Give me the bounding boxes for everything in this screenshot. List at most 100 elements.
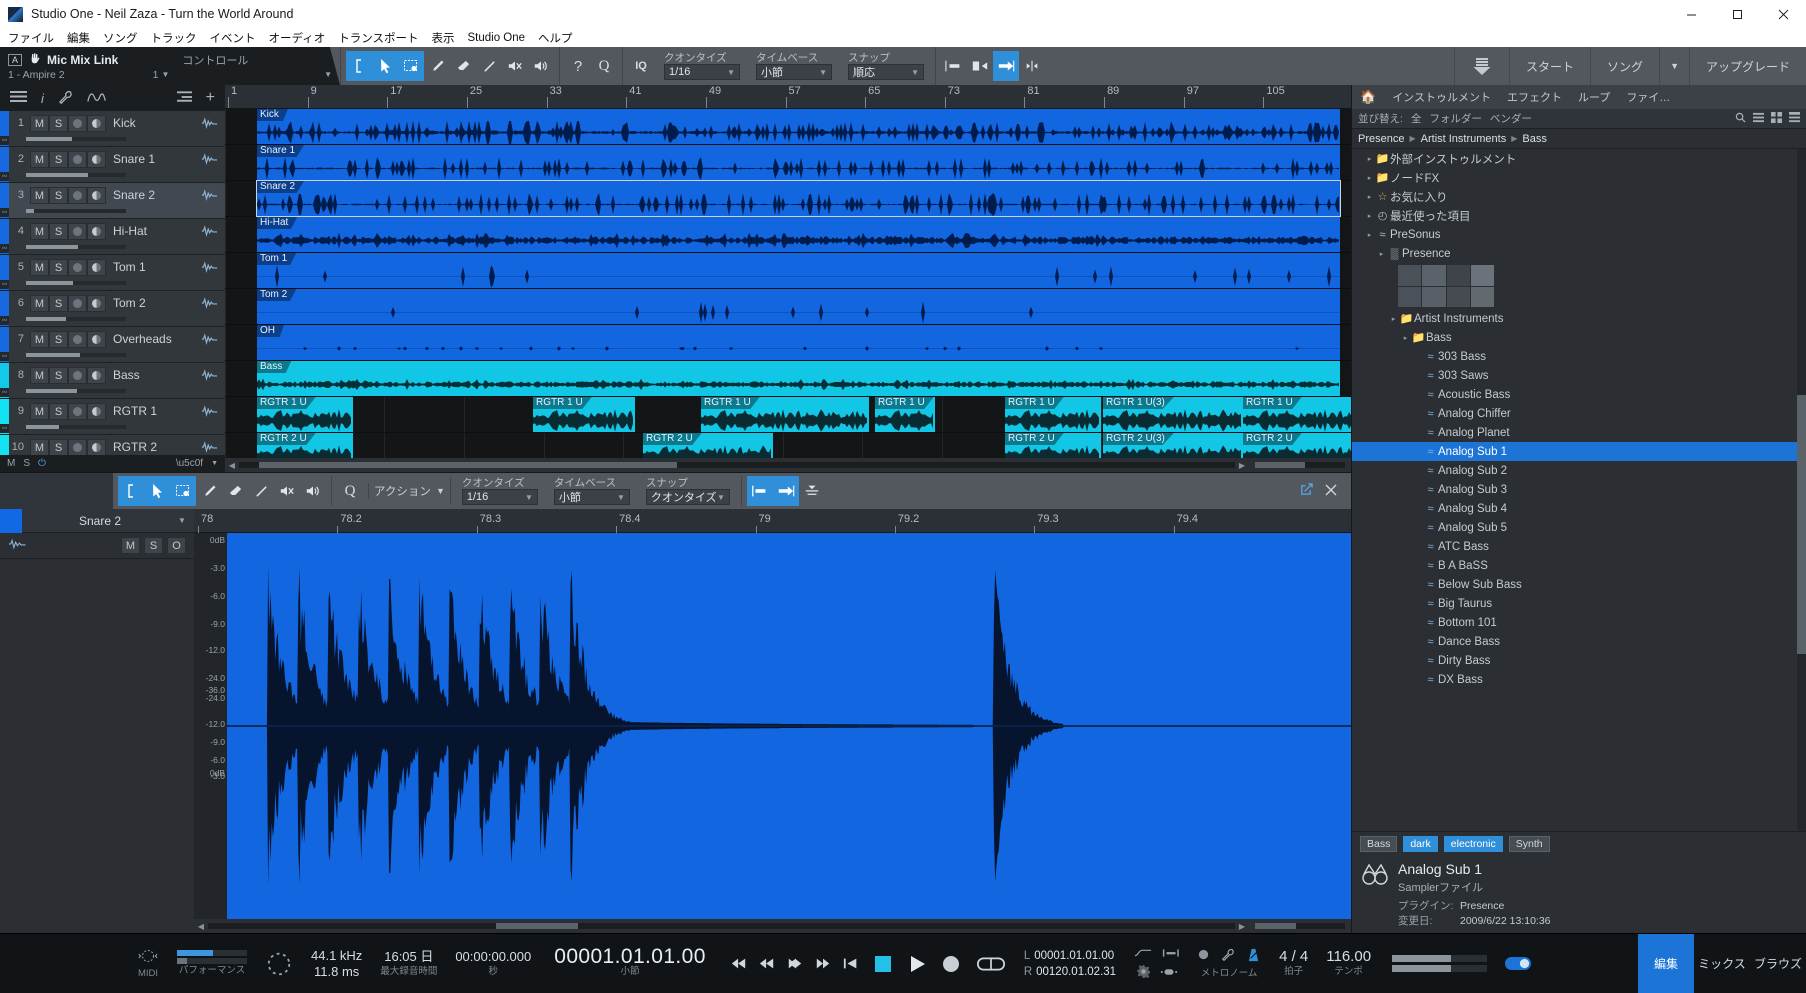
help-button[interactable]: ? xyxy=(565,51,591,81)
track-record-arm-button[interactable] xyxy=(68,295,87,312)
upgrade-button[interactable]: アップグレード xyxy=(1689,47,1806,85)
monitor-toggle[interactable] xyxy=(1496,957,1540,970)
track-automation-icon[interactable]: ∾ xyxy=(0,208,9,217)
arranger-lane[interactable]: Hi-Hat xyxy=(225,217,1351,253)
snap-select[interactable]: 順応▼ xyxy=(848,64,924,80)
time-signature-display[interactable]: 4 / 4 拍子 xyxy=(1270,949,1317,978)
track-row-rgtr-2[interactable]: ∾10MSRGTR 2 xyxy=(0,435,225,455)
tab-instruments[interactable]: インストゥルメント xyxy=(1384,85,1499,109)
return-to-start-button[interactable] xyxy=(838,951,864,977)
browser-tree-item[interactable]: ≈Below Sub Bass xyxy=(1352,575,1806,594)
browser-tree-item[interactable]: ≈Analog Sub 5 xyxy=(1352,518,1806,537)
menu-item-file[interactable]: ファイル xyxy=(8,30,54,46)
arranger-lane[interactable]: Bass xyxy=(225,361,1351,397)
editor-arrow-tool-button[interactable] xyxy=(144,476,170,506)
browser-tag[interactable]: Bass xyxy=(1360,836,1397,852)
track-monitor-button[interactable] xyxy=(87,439,106,455)
breadcrumb-item-presence[interactable]: Presence xyxy=(1358,133,1404,145)
track-record-arm-button[interactable] xyxy=(68,331,87,348)
track-volume-fader[interactable] xyxy=(26,245,126,249)
audio-clip[interactable]: Snare 1 xyxy=(257,145,1340,180)
metronome-icon[interactable] xyxy=(1246,948,1261,965)
browser-tree-item[interactable]: ▸📁Bass xyxy=(1352,328,1806,347)
track-monitor-button[interactable] xyxy=(87,223,106,240)
editor-paint-select-tool-button[interactable] xyxy=(170,476,196,506)
track-volume-fader[interactable] xyxy=(26,281,126,285)
editor-hscrollbar[interactable]: ◀ ▶ xyxy=(0,919,1351,933)
track-record-arm-button[interactable] xyxy=(68,367,87,384)
track-monitor-button[interactable] xyxy=(87,187,106,204)
tempo-track-icon[interactable] xyxy=(1134,947,1152,962)
editor-close-icon[interactable] xyxy=(1325,484,1337,499)
track-automation-icon[interactable]: ∾ xyxy=(0,244,9,253)
arrow-tool-button[interactable] xyxy=(372,51,398,81)
browser-tree-item[interactable]: ≈303 Saws xyxy=(1352,366,1806,385)
arranger-lane[interactable]: OH xyxy=(225,325,1351,361)
browser-tree-item[interactable]: ≈Analog Sub 3 xyxy=(1352,480,1806,499)
tab-effects[interactable]: エフェクト xyxy=(1499,85,1570,109)
track-row-bass[interactable]: ∾8MSBass xyxy=(0,363,225,399)
track-mute-button[interactable]: M xyxy=(30,295,49,312)
menu-item-event[interactable]: イベント xyxy=(210,30,256,46)
tree-expand-arrow-icon[interactable]: ▸ xyxy=(1400,334,1411,342)
control-chevron-down-icon[interactable]: ▼ xyxy=(324,70,332,79)
audio-clip[interactable]: RGTR 1 U xyxy=(701,397,869,432)
audio-clip[interactable]: RGTR 1 U xyxy=(875,397,935,432)
audio-clip[interactable]: RGTR 2 U xyxy=(257,433,353,458)
paint-select-tool-button[interactable] xyxy=(398,51,424,81)
audio-clip[interactable]: RGTR 1 U(3) xyxy=(1103,397,1243,432)
quantize-button[interactable]: Q xyxy=(591,51,617,81)
track-mute-button[interactable]: M xyxy=(30,223,49,240)
menu-item-track[interactable]: トラック xyxy=(151,30,197,46)
editor-quantize-select[interactable]: 1/16▼ xyxy=(462,489,538,505)
loop-button[interactable] xyxy=(974,951,1008,977)
arranger-lane[interactable]: Kick xyxy=(225,109,1351,145)
audio-clip[interactable]: RGTR 2 U xyxy=(643,433,773,458)
browser-home-icon[interactable]: 🏠 xyxy=(1352,85,1384,109)
editor-listen-button[interactable]: O xyxy=(167,537,186,554)
view-button-edit[interactable]: 編集 xyxy=(1638,934,1694,993)
track-automation-icon[interactable]: ∾ xyxy=(0,352,9,361)
menu-item-studioone[interactable]: Studio One xyxy=(467,32,525,44)
global-mute-button[interactable]: M xyxy=(7,458,15,469)
record-button[interactable] xyxy=(938,951,964,977)
track-row-snare-1[interactable]: ∾2MSSnare 1 xyxy=(0,147,225,183)
audio-clip[interactable]: Tom 1 xyxy=(257,253,1340,288)
browser-detail-view-icon[interactable] xyxy=(1789,112,1800,126)
track-record-arm-button[interactable] xyxy=(68,403,87,420)
track-color-bar[interactable]: ∾ xyxy=(0,183,9,218)
arranger-lane[interactable]: Snare 2 xyxy=(225,181,1351,217)
arranger-hscrollbar[interactable]: ◀ ▶ xyxy=(225,458,1351,472)
track-monitor-button[interactable] xyxy=(87,151,106,168)
editor-snap-select[interactable]: クオンタイズ▼ xyxy=(646,489,730,505)
editor-eraser-tool-button[interactable] xyxy=(222,476,248,506)
track-color-bar[interactable]: ∾ xyxy=(0,327,9,362)
browser-tree-item[interactable]: ▸📁ノードFX xyxy=(1352,168,1806,187)
track-solo-button[interactable]: S xyxy=(49,259,68,276)
browser-tag[interactable]: electronic xyxy=(1444,836,1503,852)
browser-tag[interactable]: dark xyxy=(1403,836,1437,852)
precount-icon[interactable] xyxy=(1197,948,1210,964)
track-mute-button[interactable]: M xyxy=(30,115,49,132)
audio-clip[interactable]: RGTR 1 U xyxy=(1243,397,1351,432)
zoom-slider[interactable] xyxy=(1255,462,1345,468)
arranger-lane[interactable]: RGTR 1 URGTR 1 URGTR 1 URGTR 1 URGTR 1 U… xyxy=(225,397,1351,433)
quantize-select[interactable]: 1/16▼ xyxy=(664,64,740,80)
browser-tag[interactable]: Synth xyxy=(1509,836,1550,852)
editor-action-chevron-down-icon[interactable]: ▼ xyxy=(436,486,445,496)
track-automation-icon[interactable]: ∾ xyxy=(0,316,9,325)
automation-icon[interactable] xyxy=(87,90,107,106)
view-button-browse[interactable]: ブラウズ xyxy=(1750,934,1806,993)
track-automation-icon[interactable]: ∾ xyxy=(0,280,9,289)
tree-expand-arrow-icon[interactable]: ▸ xyxy=(1364,155,1375,163)
tree-expand-arrow-icon[interactable]: ▸ xyxy=(1364,193,1375,201)
editor-quantize-button[interactable]: Q xyxy=(337,476,363,506)
arranger-lane[interactable]: Snare 1 xyxy=(225,145,1351,181)
track-mute-button[interactable]: M xyxy=(30,151,49,168)
editor-zoom-slider[interactable] xyxy=(1255,923,1345,929)
track-row-tom-2[interactable]: ∾6MSTom 2 xyxy=(0,291,225,327)
track-solo-button[interactable]: S xyxy=(49,295,68,312)
track-automation-icon[interactable]: ∾ xyxy=(0,172,9,181)
browser-tree-item[interactable]: ≈DX Bass xyxy=(1352,670,1806,689)
menu-item-audio[interactable]: オーディオ xyxy=(269,30,326,46)
